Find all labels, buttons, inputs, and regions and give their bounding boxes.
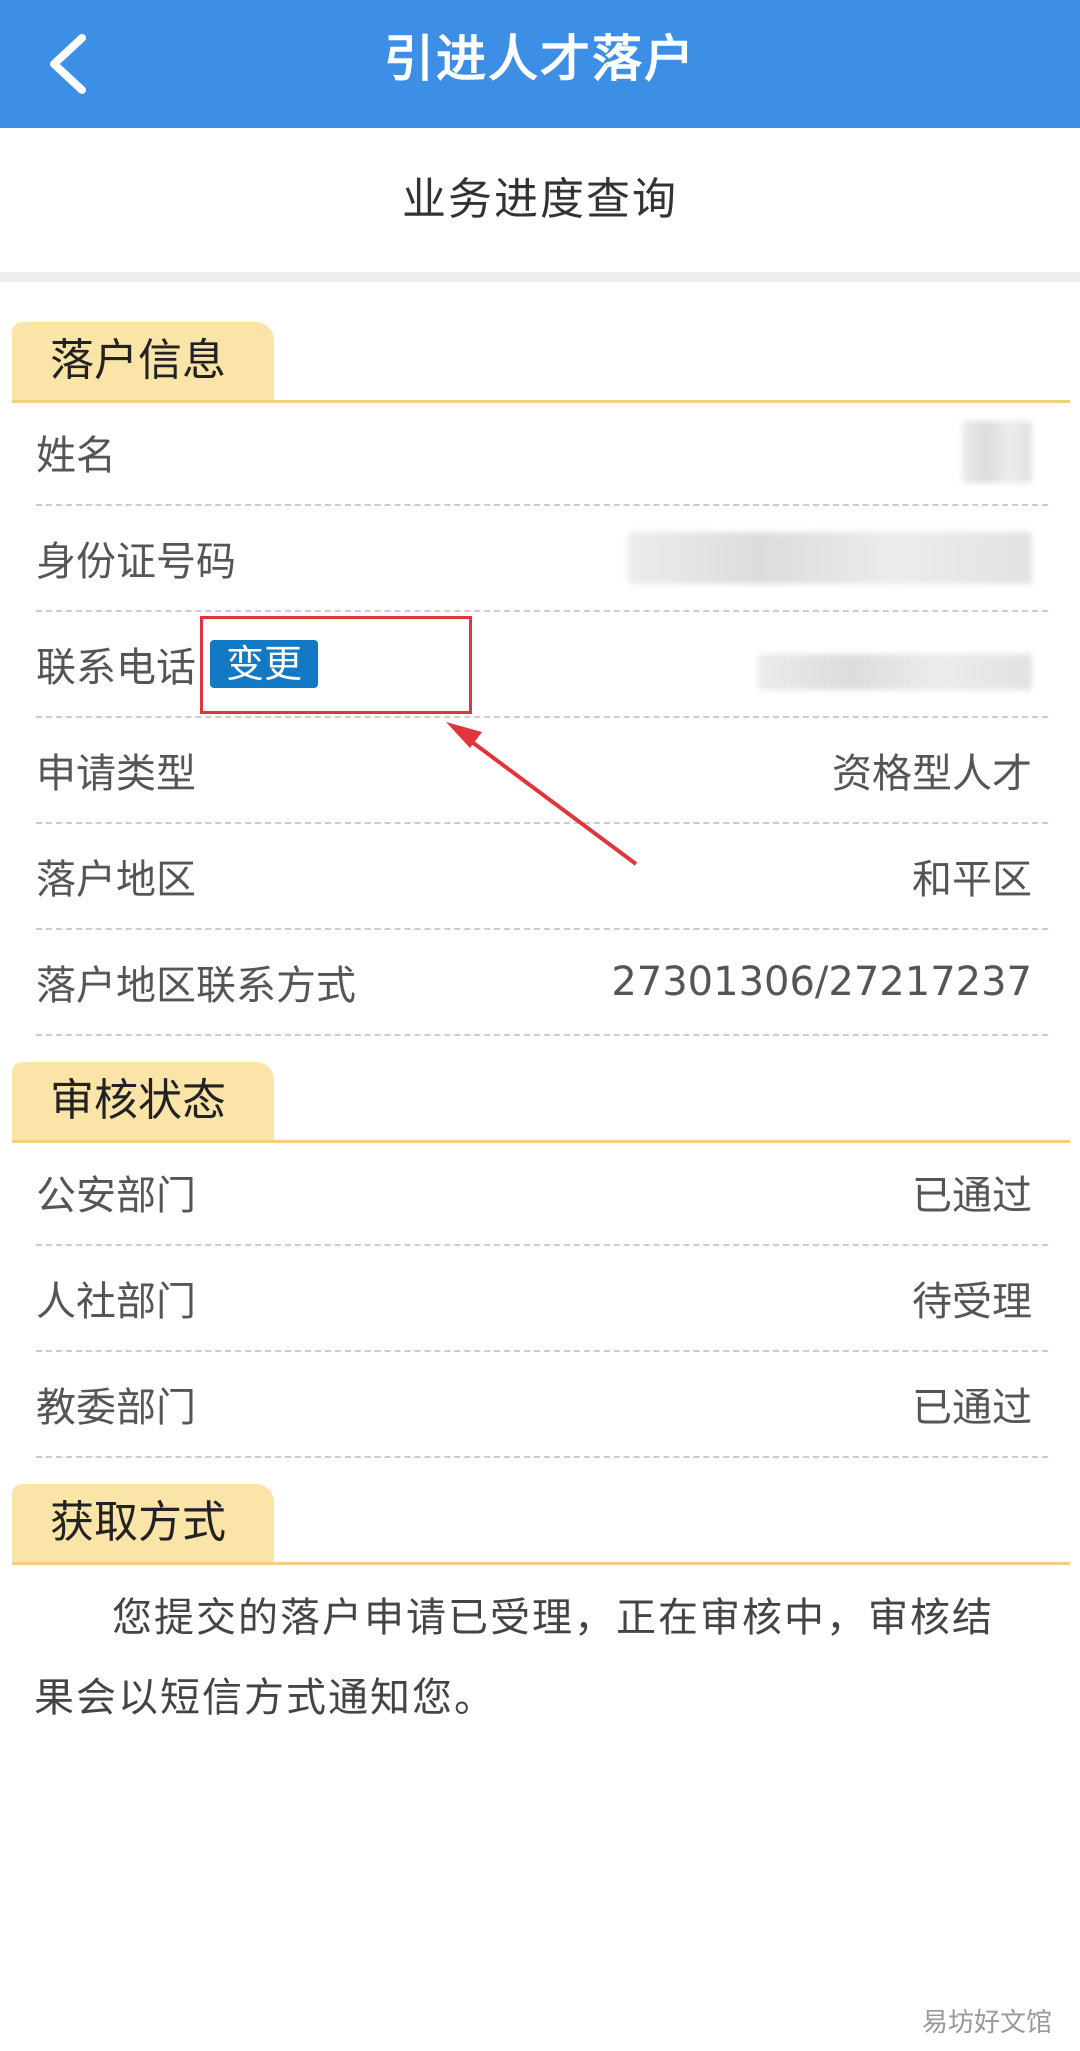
section-title: 落户信息 [12, 322, 274, 400]
row-hr: 人社部门 待受理 [36, 1246, 1048, 1352]
divider [0, 272, 1080, 282]
subtitle: 业务进度查询 [402, 174, 678, 225]
status-value: 已通过 [912, 1173, 1032, 1219]
row-district: 落户地区 和平区 [36, 824, 1048, 930]
watermark: 易坊好文馆 [921, 2008, 1052, 2038]
redacted-value [962, 421, 1032, 483]
status-value: 已通过 [912, 1385, 1032, 1431]
redacted-value [628, 532, 1032, 584]
row-label: 人社部门 [36, 1279, 196, 1325]
row-phone: 联系电话 变更 [36, 612, 1048, 718]
row-district-contact: 落户地区联系方式 27301306/27217237 [36, 930, 1048, 1036]
page: 引进人才落户 业务进度查询 落户信息 姓名 身份证号码 联系电话 变更 申请类型… [0, 0, 1080, 2051]
row-value: 和平区 [912, 857, 1032, 903]
section-header-settle-info: 落户信息 [12, 322, 1070, 403]
status-value: 待受理 [912, 1279, 1032, 1325]
section-title: 审核状态 [12, 1062, 274, 1140]
page-title: 引进人才落户 [384, 30, 696, 88]
highlight-box [200, 616, 472, 714]
top-bar: 引进人才落户 [0, 0, 1080, 128]
row-label: 申请类型 [36, 751, 196, 797]
phone-label: 联系电话 [36, 645, 196, 691]
row-label: 公安部门 [36, 1173, 196, 1219]
section-header-retrieval: 获取方式 [12, 1484, 1070, 1565]
notice-text: 您提交的落户申请已受理，正在审核中，审核结果会以短信方式通知您。 [34, 1595, 994, 1721]
row-value: 资格型人才 [832, 751, 1032, 797]
section-title: 获取方式 [12, 1484, 274, 1562]
row-label: 落户地区 [36, 857, 196, 903]
row-label: 身份证号码 [36, 539, 236, 585]
row-label: 落户地区联系方式 [36, 963, 356, 1009]
section-header-review-status: 审核状态 [12, 1062, 1070, 1143]
row-label: 姓名 [36, 433, 116, 479]
row-id-number: 身份证号码 [36, 506, 1048, 612]
row-education: 教委部门 已通过 [36, 1352, 1048, 1458]
row-label: 教委部门 [36, 1385, 196, 1431]
row-name: 姓名 [36, 400, 1048, 506]
redacted-value [758, 654, 1032, 690]
row-apply-type: 申请类型 资格型人才 [36, 718, 1048, 824]
row-value[interactable]: 27301306/27217237 [611, 959, 1032, 1005]
row-police: 公安部门 已通过 [36, 1140, 1048, 1246]
